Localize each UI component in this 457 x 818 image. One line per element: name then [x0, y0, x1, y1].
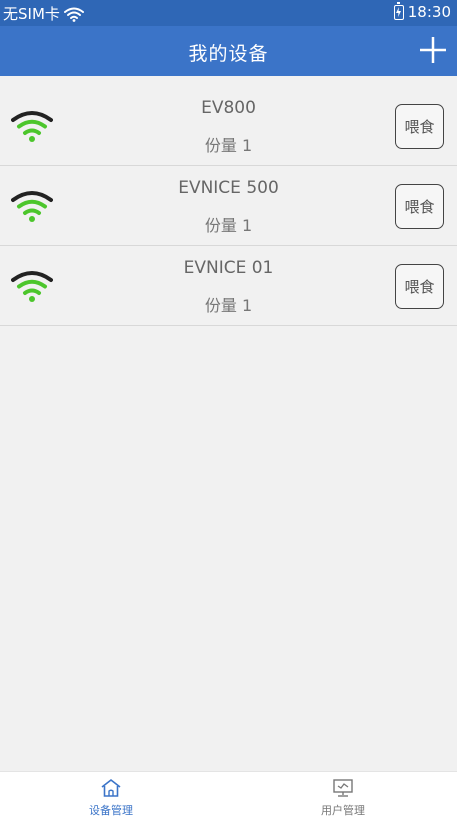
wifi-status-icon	[63, 7, 84, 22]
feed-button[interactable]: 喂食	[395, 104, 444, 149]
status-bar: 无SIM卡 18:30	[0, 0, 457, 26]
device-item[interactable]: EVNICE 01 份量 1 喂食	[0, 246, 457, 326]
title-bar: 我的设备	[0, 26, 457, 76]
feed-button[interactable]: 喂食	[395, 184, 444, 229]
tab-label: 设备管理	[89, 804, 133, 817]
device-portion: 份量 1	[204, 296, 253, 315]
device-item[interactable]: EVNICE 500 份量 1 喂食	[0, 166, 457, 246]
home-icon	[101, 779, 121, 797]
bottom-tab-bar: 设备管理 用户管理	[0, 771, 457, 818]
carrier-label: 无SIM卡	[3, 5, 60, 23]
device-name: EVNICE 500	[178, 178, 279, 198]
device-name: EVNICE 01	[183, 258, 274, 278]
status-right: 18:30	[393, 1, 451, 21]
plus-icon	[420, 37, 446, 63]
tab-label: 用户管理	[321, 804, 365, 817]
device-portion: 份量 1	[204, 136, 253, 155]
presentation-icon	[333, 779, 353, 797]
device-list: EV800 份量 1 喂食 EVNICE 500 份量 1 喂食 EVNICE …	[0, 86, 457, 326]
battery-charging-icon	[393, 1, 404, 20]
device-portion: 份量 1	[204, 216, 253, 235]
device-item[interactable]: EV800 份量 1 喂食	[0, 86, 457, 166]
add-device-button[interactable]	[417, 34, 449, 66]
tab-device-management[interactable]: 设备管理	[51, 778, 171, 818]
device-name: EV800	[201, 98, 256, 118]
feed-button[interactable]: 喂食	[395, 264, 444, 309]
tab-user-management[interactable]: 用户管理	[283, 778, 403, 818]
clock: 18:30	[407, 3, 451, 21]
status-left: 无SIM卡	[3, 3, 84, 24]
page-title: 我的设备	[188, 43, 269, 65]
